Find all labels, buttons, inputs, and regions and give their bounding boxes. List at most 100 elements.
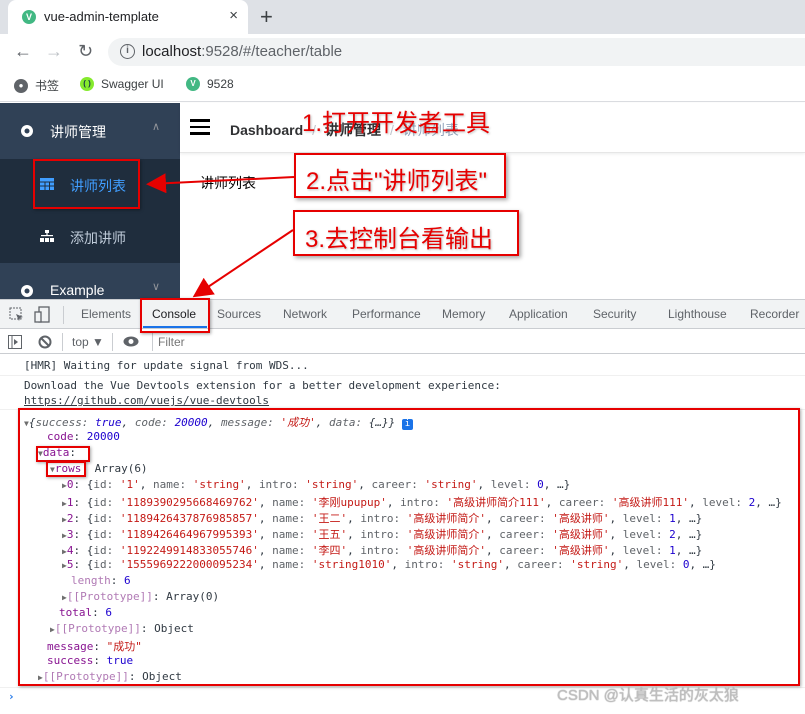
console-message-vue-devtools: Download the Vue Devtools extension for …	[24, 379, 501, 392]
tab-lighthouse[interactable]: Lighthouse	[668, 307, 727, 321]
divider	[63, 306, 64, 324]
breadcrumb-dashboard[interactable]: Dashboard	[230, 122, 303, 138]
divider	[0, 409, 805, 410]
table-icon	[40, 178, 54, 190]
prop-code: code: 20000	[47, 430, 120, 443]
clear-console-icon[interactable]	[38, 335, 52, 349]
prop-data[interactable]: ▼data:	[38, 446, 76, 459]
prop-length: length: 6	[71, 574, 131, 587]
close-tab-icon[interactable]: ×	[229, 7, 238, 24]
sidebar-item-label: 添加讲师	[70, 230, 126, 246]
tab-memory[interactable]: Memory	[442, 307, 485, 321]
tab-security[interactable]: Security	[593, 307, 636, 321]
chevron-down-icon: ∨	[151, 281, 160, 293]
gear-icon	[21, 125, 33, 137]
reload-icon[interactable]: ↻	[78, 41, 93, 62]
row-entry[interactable]: ▶0: {id: '1', name: 'string', intro: 'st…	[62, 478, 570, 491]
sidebar-toggle-icon[interactable]	[8, 335, 22, 349]
annotation-box-step-2: 2.点击"讲师列表"	[294, 153, 506, 198]
tab-console[interactable]: Console	[152, 307, 196, 321]
divider	[62, 333, 63, 351]
url-host: localhost	[142, 43, 202, 60]
divider	[152, 333, 153, 351]
prop-total: total: 6	[59, 606, 112, 619]
site-info-icon[interactable]: i	[120, 44, 135, 59]
vue-favicon-icon: V	[22, 10, 36, 24]
bookmark-label: 9528	[207, 77, 234, 91]
divider	[0, 375, 805, 376]
console-prompt-icon[interactable]: ›	[8, 690, 15, 703]
annotation-box-step-3: 3.去控制台看输出	[293, 210, 519, 256]
tab-elements[interactable]: Elements	[81, 307, 131, 321]
prop-rows[interactable]: ▼rows: Array(6)	[50, 462, 148, 475]
tab-performance[interactable]: Performance	[352, 307, 421, 321]
main-content: Dashboard / 讲师管理 / 讲师列表 讲师列表	[180, 103, 805, 299]
console-toolbar: top ▼	[0, 330, 805, 354]
annotation-step-2: 2.点击"讲师列表"	[306, 168, 488, 195]
tab-application[interactable]: Application	[509, 307, 568, 321]
bookmark-label: 书签	[35, 79, 60, 93]
context-selector[interactable]: top ▼	[72, 335, 104, 349]
console-message-hmr: [HMR] Waiting for update signal from WDS…	[24, 359, 309, 372]
url-text[interactable]: localhost:9528/#/teacher/table	[142, 43, 342, 60]
new-tab-button[interactable]: +	[260, 4, 273, 30]
info-badge-icon[interactable]: i	[401, 419, 413, 430]
tab-title: vue-admin-template	[44, 9, 159, 24]
object-summary[interactable]: ▼{success: true, code: 20000, message: '…	[24, 414, 413, 430]
devtools-tab-bar: Elements Console Sources Network Perform…	[0, 299, 805, 329]
sidebar-item-teacher-list[interactable]: 讲师列表	[0, 159, 180, 211]
globe-icon: ●	[14, 78, 28, 93]
tree-icon	[40, 230, 54, 242]
swagger-icon: ( )	[80, 77, 94, 91]
url-path: :9528/#/teacher/table	[201, 43, 343, 60]
sidebar-item-label: 讲师列表	[70, 178, 126, 194]
bookmark-item[interactable]: ( ) Swagger UI	[80, 77, 164, 91]
forward-arrow-icon[interactable]: →	[45, 41, 63, 62]
tab-network[interactable]: Network	[283, 307, 327, 321]
row-entry[interactable]: ▶3: {id: '1189426464967995393', name: '王…	[62, 526, 702, 542]
sidebar-group-teacher[interactable]: 讲师管理 ∧	[0, 103, 180, 159]
sidebar-item-add-teacher[interactable]: 添加讲师	[0, 211, 180, 263]
console-filter-input[interactable]	[158, 332, 798, 352]
tab-recorder[interactable]: Recorder	[750, 307, 799, 321]
device-toolbar-icon[interactable]	[34, 306, 50, 323]
bookmarks-bar: ● 书签 ( ) Swagger UI V 9528	[0, 70, 805, 102]
active-tab-indicator	[143, 326, 207, 328]
bookmark-label: Swagger UI	[101, 77, 164, 91]
sidebar-group-label: Example	[50, 282, 105, 298]
navbar: Dashboard / 讲师管理 / 讲师列表	[180, 103, 805, 153]
address-bar[interactable]: i localhost:9528/#/teacher/table	[108, 38, 805, 66]
tab-sources[interactable]: Sources	[217, 307, 261, 321]
chevron-up-icon: ∧	[151, 121, 160, 133]
row-entry[interactable]: ▶1: {id: '1189390295668469762', name: '李…	[62, 494, 782, 510]
eye-icon[interactable]	[123, 336, 139, 347]
row-entry[interactable]: ▶5: {id: '1555969222000095234', name: 's…	[62, 558, 716, 571]
console-output: [HMR] Waiting for update signal from WDS…	[0, 355, 805, 714]
row-entry[interactable]: ▶2: {id: '1189426437876985857', name: '王…	[62, 510, 702, 526]
prop-success: success: true	[47, 654, 134, 667]
sidebar-submenu: 讲师列表 添加讲师	[0, 159, 180, 263]
bookmark-item[interactable]: V 9528	[186, 77, 234, 91]
annotation-step-1: 1.打开开发者工具	[302, 110, 491, 137]
watermark: CSDN @认真生活的灰太狼	[557, 687, 739, 704]
sidebar: 讲师管理 ∧ 讲师列表 添加讲师 Example ∨	[0, 103, 180, 299]
bookmark-item[interactable]: ● 书签	[14, 77, 59, 94]
row-entry[interactable]: ▶4: {id: '1192249914833055746', name: '李…	[62, 542, 702, 558]
sidebar-group-label: 讲师管理	[50, 124, 106, 140]
gear-icon	[21, 285, 33, 297]
browser-tab[interactable]: V vue-admin-template ×	[8, 0, 248, 34]
prop-message: message: "成功"	[47, 640, 142, 653]
screen: V vue-admin-template × + ← → ↻ i localho…	[0, 0, 805, 714]
inspect-element-icon[interactable]	[9, 307, 24, 322]
vue-icon: V	[186, 77, 200, 91]
hamburger-icon[interactable]	[190, 119, 210, 135]
prop-rows-prototype[interactable]: ▶[[Prototype]]: Array(0)	[62, 590, 219, 603]
annotation-step-3: 3.去控制台看输出	[305, 226, 494, 253]
prop-data-prototype[interactable]: ▶[[Prototype]]: Object	[50, 622, 194, 635]
prop-root-prototype[interactable]: ▶[[Prototype]]: Object	[38, 670, 182, 683]
page-content-text: 讲师列表	[200, 175, 256, 191]
browser-toolbar: ← → ↻ i localhost:9528/#/teacher/table	[0, 34, 805, 70]
back-arrow-icon[interactable]: ←	[14, 41, 32, 62]
browser-tab-strip: V vue-admin-template × +	[0, 0, 805, 34]
vue-devtools-link[interactable]: https://github.com/vuejs/vue-devtools	[24, 394, 269, 407]
